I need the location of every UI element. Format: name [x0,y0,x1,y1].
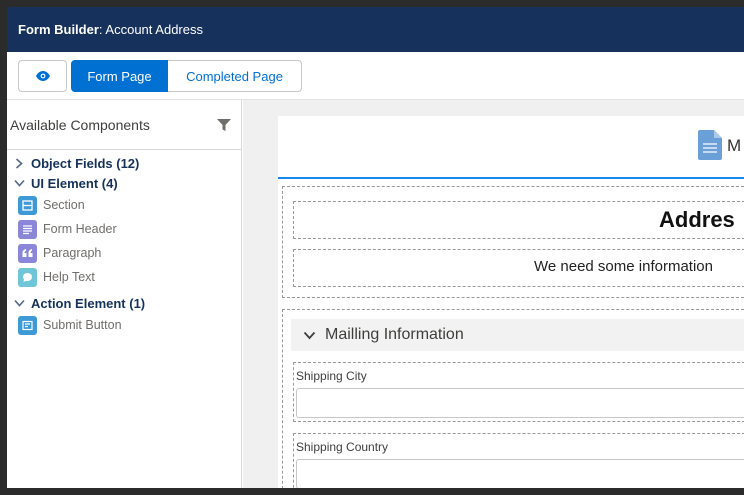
group-label: Action Element (1) [31,295,146,311]
form-header-block[interactable]: Addres [293,201,744,239]
component-form-header[interactable]: Form Header [7,217,241,241]
component-label: Section [43,198,85,212]
field-shipping-city: Shipping City [293,362,744,422]
help-text-icon [18,267,37,287]
tab-completed-page[interactable]: Completed Page [168,60,302,92]
app-name: Form Builder [18,22,99,37]
group-object-fields[interactable]: Object Fields (12) [7,153,241,173]
sidebar-title: Available Components [10,116,150,133]
component-label: Help Text [43,270,95,284]
page-tab-label: M [727,136,742,155]
group-label: Object Fields (12) [31,155,140,171]
tab-form-page[interactable]: Form Page [71,60,168,92]
field-shipping-country: Shipping Country [293,433,744,488]
eye-icon [35,71,50,81]
group-action-element[interactable]: Action Element (1) [7,293,241,313]
chevron-down-icon [11,179,27,187]
filter-icon[interactable] [217,118,231,132]
component-label: Paragraph [43,246,102,260]
section-title: Mailling Information [325,326,464,343]
header-section: Addres We need some information [282,186,744,298]
section-header[interactable]: Mailling Information [291,319,744,351]
shipping-country-input[interactable] [296,459,744,488]
shipping-city-input[interactable] [296,388,744,418]
section-icon [18,195,37,215]
paragraph-text: We need some information [534,258,713,275]
paragraph-icon [18,243,37,263]
field-label: Shipping City [296,369,367,383]
group-ui-element[interactable]: UI Element (4) [7,173,241,193]
component-paragraph[interactable]: Paragraph [7,241,241,265]
submit-button-icon [18,315,37,335]
page-tabs: Form Page Completed Page [71,60,302,92]
component-submit-button[interactable]: Submit Button [7,313,241,337]
page-tab-bar: M [278,116,744,179]
chevron-down-icon [11,299,27,307]
app-header: Form Builder: Account Address [7,7,744,52]
form-header-icon [18,219,37,239]
field-label: Shipping Country [296,440,389,454]
form-canvas: M Addres We need some information Mailli… [243,100,744,488]
form-page: M Addres We need some information Mailli… [278,116,744,488]
app-window: Form Builder: Account Address Form Page … [7,7,744,488]
chevron-down-icon [301,331,317,340]
component-tree: Object Fields (12) UI Element (4) Sectio… [7,150,241,337]
component-label: Form Header [43,222,117,236]
component-help-text[interactable]: Help Text [7,265,241,289]
sidebar-header: Available Components [7,100,241,150]
document-icon [698,130,722,160]
component-section[interactable]: Section [7,193,241,217]
paragraph-block[interactable]: We need some information [293,249,744,287]
toolbar: Form Page Completed Page [7,52,744,100]
mailing-section: Mailling Information Shipping City Shipp… [282,309,744,488]
chevron-right-icon [11,157,27,169]
components-sidebar: Available Components Object Fields (12) … [7,100,242,488]
record-name: Account Address [105,22,203,37]
preview-button[interactable] [18,60,67,92]
group-label: UI Element (4) [31,175,118,191]
component-label: Submit Button [43,318,122,332]
form-header-text: Addres [659,207,735,232]
